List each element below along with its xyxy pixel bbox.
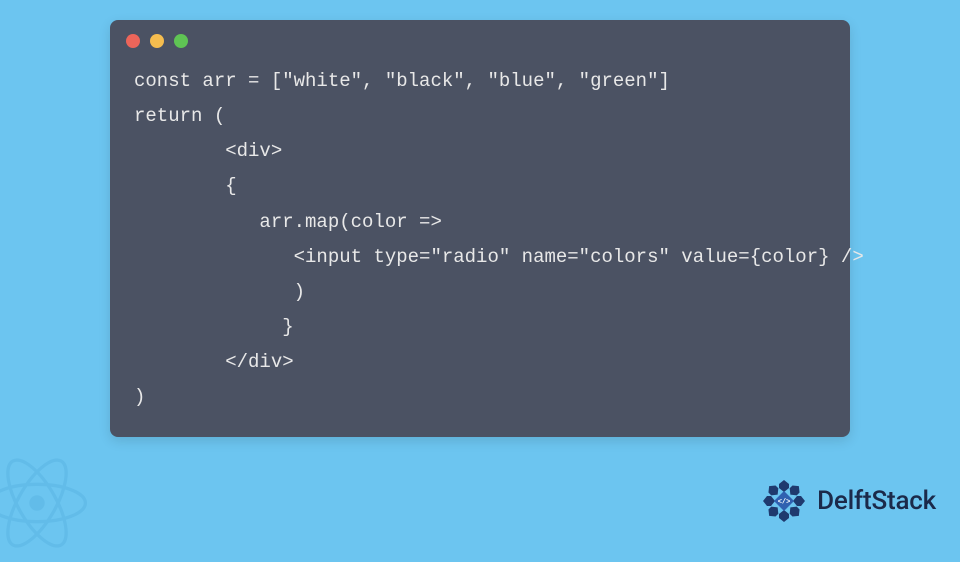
code-line: arr.map(color =>	[134, 211, 442, 233]
code-block: const arr = ["white", "black", "blue", "…	[110, 56, 850, 421]
code-line: const arr = ["white", "black", "blue", "…	[134, 70, 670, 92]
window-titlebar	[110, 20, 850, 56]
brand-logo: </> DelftStack	[759, 476, 936, 526]
brand-mark-icon: </>	[759, 476, 809, 526]
code-line: </div>	[134, 351, 294, 373]
code-line: {	[134, 175, 237, 197]
close-dot-icon	[126, 34, 140, 48]
code-line: <div>	[134, 140, 282, 162]
zoom-dot-icon	[174, 34, 188, 48]
brand-name: DelftStack	[817, 486, 936, 516]
code-line: )	[134, 281, 305, 303]
code-line: return (	[134, 105, 225, 127]
code-line: }	[134, 316, 294, 338]
code-window: const arr = ["white", "black", "blue", "…	[110, 20, 850, 437]
minimize-dot-icon	[150, 34, 164, 48]
code-line: <input type="radio" name="colors" value=…	[134, 246, 864, 268]
background-decoration	[0, 448, 92, 558]
svg-text:</>: </>	[778, 499, 791, 507]
code-line: )	[134, 386, 145, 408]
